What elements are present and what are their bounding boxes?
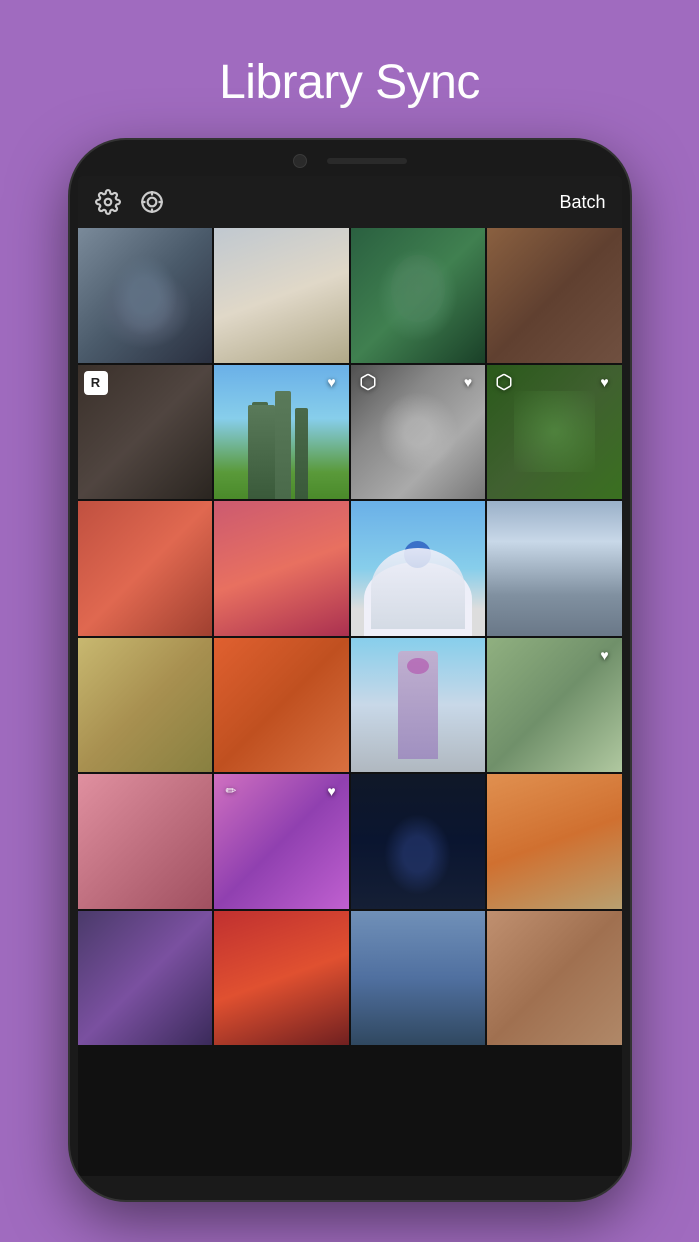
photo-cell[interactable] [351,911,486,1046]
photo-cell[interactable] [214,501,349,636]
photo-cell[interactable] [487,501,622,636]
page-title: Library Sync [219,55,480,110]
photo-cell[interactable] [351,638,486,773]
photo-cell[interactable] [487,911,622,1046]
photo-cell[interactable] [351,228,486,363]
photo-cell[interactable]: R [78,365,213,500]
heart-icon: ♥ [321,780,343,802]
toolbar: Batch [78,176,622,228]
photo-grid: R ♥ ♥ [78,228,622,1045]
phone-body: Batch [70,140,630,1200]
heart-icon: ♥ [594,644,616,666]
letter-badge: R [84,371,108,395]
edit-icon: ✏ [220,780,242,802]
cube-icon [357,371,379,393]
photo-cell[interactable] [487,774,622,909]
heart-icon: ♥ [594,371,616,393]
photo-cell[interactable] [351,774,486,909]
heart-icon: ♥ [457,371,479,393]
photo-cell[interactable] [351,501,486,636]
photo-cell[interactable] [78,774,213,909]
photo-cell[interactable] [78,911,213,1046]
front-camera [293,154,307,168]
photo-cell[interactable] [78,501,213,636]
phone-device: Batch [70,140,630,1200]
photo-cell[interactable] [214,911,349,1046]
cube-icon [493,371,515,393]
heart-icon: ♥ [321,371,343,393]
lens-icon[interactable] [138,188,166,216]
speaker [327,158,407,164]
photo-cell[interactable]: ♥ [487,365,622,500]
batch-button[interactable]: Batch [559,192,605,213]
photo-cell[interactable]: ♥ [214,365,349,500]
photo-cell[interactable] [487,228,622,363]
photo-cell[interactable]: ♥ [351,365,486,500]
photo-cell[interactable] [78,638,213,773]
photo-cell[interactable] [214,228,349,363]
photo-cell[interactable] [78,228,213,363]
gear-icon[interactable] [94,188,122,216]
phone-screen: Batch [78,176,622,1176]
photo-cell[interactable]: ✏ ♥ [214,774,349,909]
photo-cell[interactable] [214,638,349,773]
photo-cell[interactable]: ♥ [487,638,622,773]
phone-notch [70,140,630,176]
